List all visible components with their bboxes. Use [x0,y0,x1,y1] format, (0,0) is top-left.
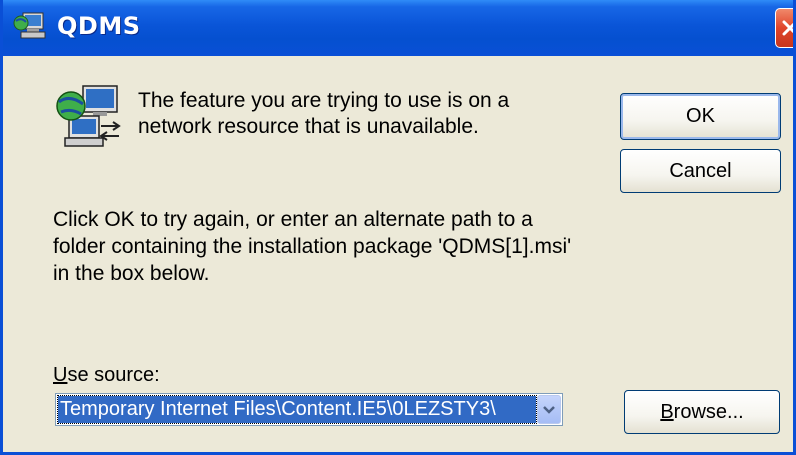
ok-button[interactable]: OK [620,93,781,140]
installer-computer-icon [13,11,47,43]
browse-button[interactable]: Browse... [624,390,780,434]
cancel-button[interactable]: Cancel [620,149,781,193]
chevron-down-icon [543,406,555,414]
use-source-label-accesskey: U [53,364,68,386]
browse-button-accesskey: B [660,401,674,423]
network-computer-icon [53,82,125,150]
use-source-label-text: se source: [67,364,160,386]
window-title: QDMS [57,12,141,40]
title-bar[interactable]: QDMS [3,0,793,56]
use-source-combobox[interactable]: Temporary Internet Files\Content.IE5\0LE… [55,393,563,426]
instruction-message: Click OK to try again, or enter an alter… [53,208,572,285]
use-source-value[interactable]: Temporary Internet Files\Content.IE5\0LE… [57,395,537,424]
close-button[interactable] [775,8,793,48]
error-message: The feature you are trying to use is on … [138,89,510,138]
dropdown-button[interactable] [537,395,561,424]
browse-button-text: rowse... [673,401,744,423]
close-icon [782,20,793,36]
dialog-window: QDMS The feature you are trying to use i… [0,0,796,455]
use-source-label: Use source: [53,364,160,387]
